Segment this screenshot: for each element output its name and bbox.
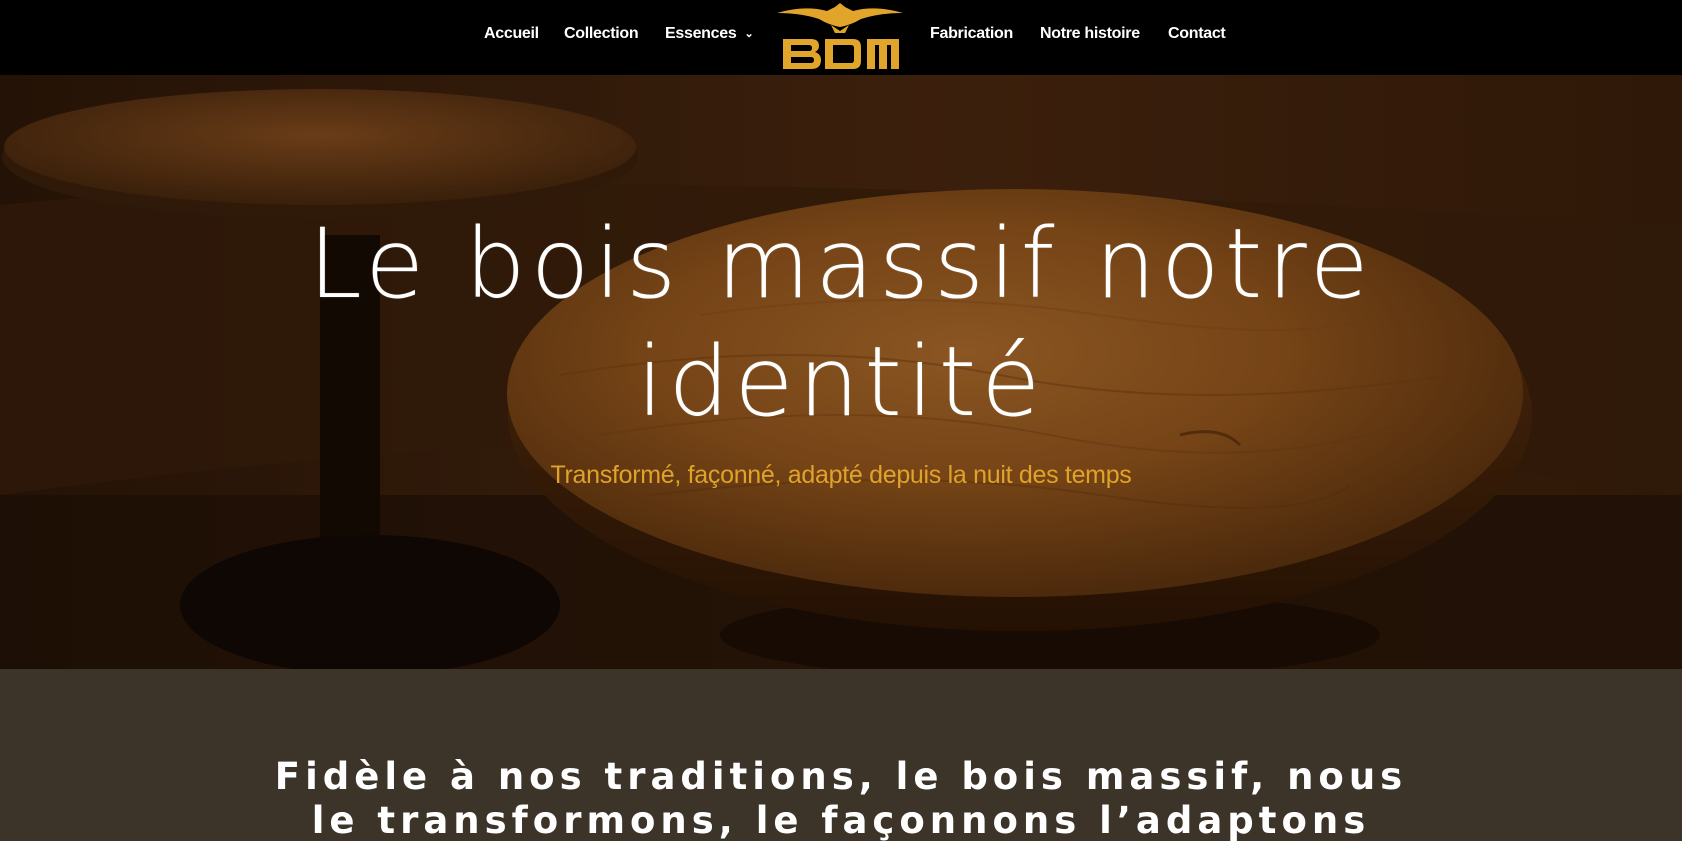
nav-link-essences[interactable]: Essences ⌄ bbox=[665, 25, 754, 43]
hero-title-line-2: identité bbox=[636, 326, 1046, 438]
nav-link-collection[interactable]: Collection bbox=[564, 25, 639, 43]
chevron-down-icon: ⌄ bbox=[744, 28, 754, 40]
story-heading: Fidèle à nos traditions, le bois massif,… bbox=[0, 755, 1682, 841]
story-heading-line-2: le transformons, le façonnons l’adaptons bbox=[311, 799, 1371, 841]
story-section: Fidèle à nos traditions, le bois massif,… bbox=[0, 669, 1682, 841]
nav-link-fabrication[interactable]: Fabrication bbox=[930, 25, 1013, 43]
hero-title: Le bois massif notre identité bbox=[0, 205, 1682, 441]
hero-subtitle: Transformé, façonné, adapté depuis la nu… bbox=[550, 461, 1132, 489]
nav-link-accueil[interactable]: Accueil bbox=[484, 25, 539, 43]
nav-link-contact[interactable]: Contact bbox=[1168, 25, 1226, 43]
hero-section: Le bois massif notre identité Transformé… bbox=[0, 75, 1682, 669]
nav-link-notre-histoire[interactable]: Notre histoire bbox=[1040, 25, 1140, 43]
nav-link-essences-label: Essences bbox=[665, 25, 737, 42]
brand-logo[interactable] bbox=[775, 3, 905, 71]
top-navigation: Accueil Collection Essences ⌄ Fabrication… bbox=[0, 0, 1682, 75]
story-heading-line-1: Fidèle à nos traditions, le bois massif,… bbox=[274, 755, 1408, 798]
eagle-logo-icon bbox=[777, 3, 903, 69]
hero-title-line-1: Le bois massif notre bbox=[308, 208, 1374, 320]
